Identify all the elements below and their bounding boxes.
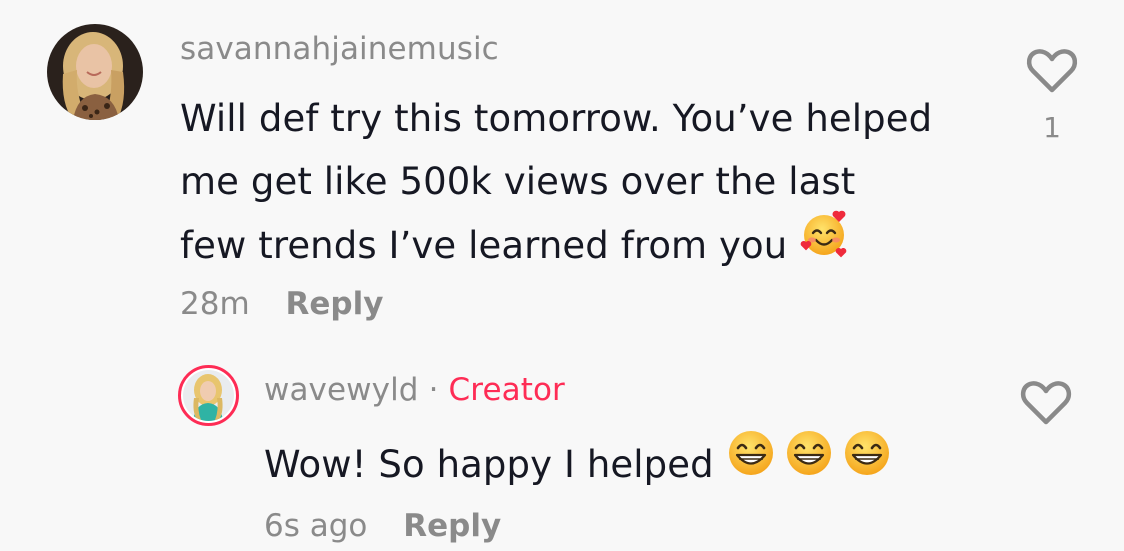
reply-timestamp: 6s ago — [264, 508, 368, 544]
comments-panel: savannahjainemusic Will def try this tom… — [0, 0, 1124, 551]
comment-text-line: few trends I’ve learned from you — [180, 210, 1000, 282]
reply-text: Wow! So happy I helped — [264, 431, 892, 501]
comment-username[interactable]: savannahjainemusic — [180, 31, 499, 67]
beaming-face-emoji — [784, 428, 834, 497]
heart-outline-icon[interactable] — [1026, 48, 1078, 98]
like-count: 1 — [1043, 111, 1061, 144]
comment-text-line: me get like 500k views over the last — [180, 160, 856, 203]
creator-badge: Creator — [448, 372, 565, 408]
comment-text-line: Will def try this tomorrow. You’ve helpe… — [180, 97, 933, 140]
creator-avatar-photo — [183, 370, 234, 421]
creator-avatar[interactable] — [178, 365, 239, 426]
heart-outline-icon[interactable] — [1020, 380, 1072, 430]
comment-meta: 28m Reply — [180, 286, 383, 322]
reply-meta: 6s ago Reply — [264, 508, 501, 544]
separator-dot: · — [428, 372, 439, 408]
reply-button[interactable]: Reply — [403, 508, 501, 544]
reply-username[interactable]: wavewyld — [264, 372, 419, 408]
reply-username-row: wavewyld · Creator — [264, 372, 565, 408]
avatar[interactable] — [47, 24, 143, 120]
beaming-face-emoji — [842, 428, 892, 497]
smiling-face-with-hearts-emoji — [799, 209, 849, 278]
beaming-face-emoji — [726, 428, 776, 497]
comment-text-line-content: few trends I’ve learned from you — [180, 224, 788, 267]
reply-text-content: Wow! So happy I helped — [264, 443, 714, 486]
avatar-photo — [47, 24, 143, 120]
comment-timestamp: 28m — [180, 286, 250, 322]
comment-text: Will def try this tomorrow. You’ve helpe… — [180, 87, 1000, 282]
reply-button[interactable]: Reply — [286, 286, 384, 322]
